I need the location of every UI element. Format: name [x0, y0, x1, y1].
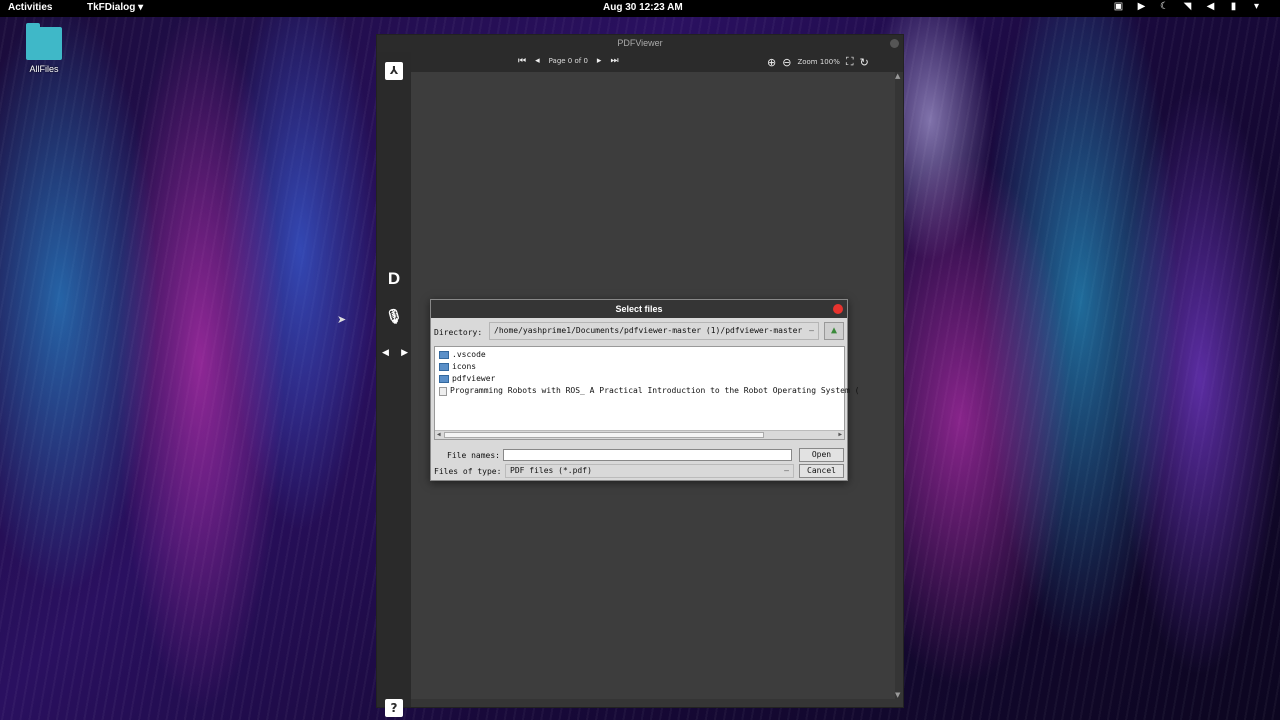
rotate-icon[interactable]: ↻	[860, 56, 869, 69]
list-horizontal-scrollbar[interactable]: ◀ ▶	[435, 430, 844, 439]
file-names-input[interactable]	[503, 449, 792, 461]
first-page-icon[interactable]: ⏮	[518, 56, 526, 66]
sidebar-nav: ◀ ▶	[382, 348, 408, 358]
close-icon[interactable]	[833, 304, 843, 314]
night-mode-icon[interactable]: ☾	[1159, 1, 1170, 12]
files-of-type-value: PDF files (*.pdf)	[510, 466, 592, 475]
list-item[interactable]: Programming Robots with ROS_ A Practical…	[439, 385, 859, 397]
open-pdf-icon[interactable]: ⅄	[385, 62, 403, 80]
new-folder-icon[interactable]: ▲	[824, 322, 844, 340]
desktop-folder-allfiles[interactable]: AllFiles	[24, 23, 64, 74]
battery-icon[interactable]: ▮	[1228, 1, 1239, 12]
dialog-titlebar[interactable]: Select files	[431, 300, 847, 318]
folder-icon[interactable]	[26, 23, 62, 60]
wifi-icon[interactable]: ◥	[1182, 1, 1193, 12]
dropdown-icon[interactable]: —	[784, 465, 789, 477]
next-icon[interactable]: ▶	[401, 348, 408, 358]
zoom-out-icon[interactable]: ⊖	[782, 56, 791, 69]
horizontal-scrollbar[interactable]	[411, 699, 903, 707]
display-icon[interactable]: ▣	[1113, 1, 1124, 12]
mouse-cursor-icon: ➤	[337, 313, 347, 326]
scroll-right-icon[interactable]: ▶	[838, 431, 842, 438]
sidebar-d-button[interactable]: D	[385, 270, 403, 288]
folder-icon	[439, 375, 449, 383]
dropdown-icon[interactable]: —	[809, 323, 814, 339]
top-bar: Activities TkFDialog ▾ Aug 30 12:23 AM ▣…	[0, 0, 1280, 17]
file-icon	[439, 386, 447, 396]
last-page-icon[interactable]: ⏭	[610, 56, 618, 66]
directory-path: /home/yashprime1/Documents/pdfviewer-mas…	[494, 326, 803, 335]
scroll-left-icon[interactable]: ◀	[437, 431, 441, 438]
file-name: .vscode	[452, 350, 486, 359]
page-indicator: Page 0 of 0	[548, 57, 588, 65]
open-button[interactable]: Open	[799, 448, 844, 462]
file-list[interactable]: .vscode icons pdfviewer Programming Robo…	[434, 346, 859, 440]
zoom-label: Zoom 100%	[797, 58, 840, 66]
pdfviewer-sidebar: ⅄ D 🎙 ◀ ▶ ?	[377, 52, 411, 717]
activities-button[interactable]: Activities	[8, 2, 52, 13]
window-title: PDFViewer	[617, 38, 663, 48]
pdfviewer-titlebar[interactable]: PDFViewer	[377, 35, 903, 52]
file-names-label: File names:	[447, 451, 500, 460]
zoom-controls: ⊕ ⊖ Zoom 100% ⛶ ↻	[767, 55, 869, 69]
clock[interactable]: Aug 30 12:23 AM	[603, 2, 683, 13]
close-icon[interactable]	[890, 39, 899, 48]
previous-icon[interactable]: ◀	[382, 348, 389, 358]
dialog-title: Select files	[615, 304, 663, 314]
list-item[interactable]: pdfviewer	[439, 373, 495, 385]
directory-label: Directory:	[434, 328, 483, 337]
vertical-scrollbar[interactable]	[895, 72, 903, 699]
folder-icon	[439, 351, 449, 359]
volume-icon[interactable]: ◀	[1205, 1, 1216, 12]
files-of-type-select[interactable]: PDF files (*.pdf) —	[505, 464, 794, 478]
file-name: icons	[452, 362, 477, 371]
prev-page-icon[interactable]: ◂	[535, 56, 540, 66]
next-page-icon[interactable]: ▸	[597, 56, 602, 66]
list-item[interactable]: icons	[439, 361, 476, 373]
select-files-dialog: Select files Directory: /home/yashprime1…	[430, 299, 859, 481]
camera-icon[interactable]: ▶	[1136, 1, 1147, 12]
file-name: Programming Robots with ROS_ A Practical…	[450, 386, 860, 395]
zoom-in-icon[interactable]: ⊕	[767, 56, 776, 69]
power-menu-icon[interactable]: ▾	[1251, 1, 1262, 12]
list-item[interactable]: .vscode	[439, 349, 486, 361]
fit-page-icon[interactable]: ⛶	[846, 55, 854, 69]
microphone-icon[interactable]: 🎙	[385, 308, 403, 326]
desktop-folder-label: AllFiles	[29, 64, 59, 74]
file-name: pdfviewer	[452, 374, 496, 383]
cancel-button[interactable]: Cancel	[799, 464, 844, 478]
files-of-type-label: Files of type:	[434, 467, 502, 476]
scroll-thumb[interactable]	[444, 432, 764, 438]
help-button[interactable]: ?	[385, 699, 403, 717]
system-tray[interactable]: ▣ ▶ ☾ ◥ ◀ ▮ ▾	[1113, 1, 1262, 12]
pdfviewer-toolbar: ⏮ ◂ Page 0 of 0 ▸ ⏭ ⊕ ⊖ Zoom 100% ⛶ ↻	[411, 52, 903, 72]
directory-combobox[interactable]: /home/yashprime1/Documents/pdfviewer-mas…	[489, 322, 819, 340]
page-navigation: ⏮ ◂ Page 0 of 0 ▸ ⏭	[518, 56, 619, 66]
folder-icon	[439, 363, 449, 371]
app-menu[interactable]: TkFDialog ▾	[87, 2, 143, 13]
